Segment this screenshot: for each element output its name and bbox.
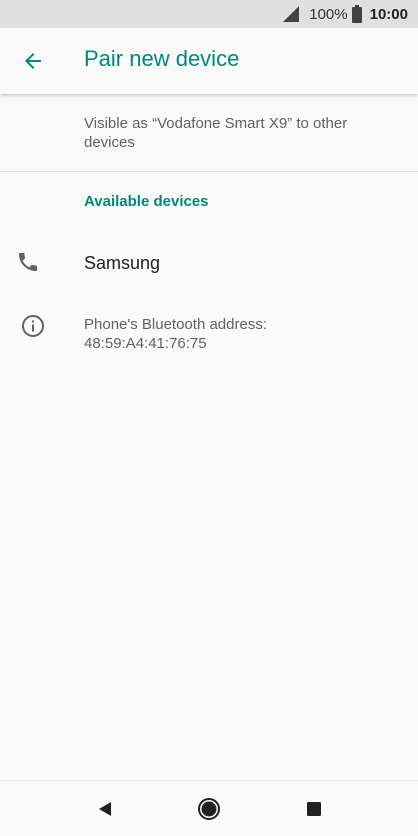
navigation-bar xyxy=(0,780,418,836)
square-recents-icon[interactable] xyxy=(302,797,326,821)
info-icon xyxy=(22,315,44,337)
app-bar: Pair new device xyxy=(0,28,418,94)
arrow-left-icon xyxy=(25,53,41,69)
device-name: Samsung xyxy=(84,253,161,273)
battery-percent: 100% xyxy=(309,5,348,23)
page-title: Pair new device xyxy=(84,46,240,71)
status-bar: 100% 10:00 xyxy=(0,0,418,28)
battery-icon xyxy=(351,5,362,23)
device-row-samsung[interactable]: Samsung xyxy=(0,230,418,296)
phone-icon xyxy=(19,253,37,271)
triangle-back-icon[interactable] xyxy=(93,797,117,821)
circle-home-icon[interactable] xyxy=(197,797,221,821)
divider xyxy=(0,171,418,172)
visibility-text: Visible as “Vodafone Smart X9” to other … xyxy=(84,115,348,151)
clock: 10:00 xyxy=(369,5,408,23)
back-button[interactable] xyxy=(0,28,66,94)
bluetooth-address-text: Phone's Bluetooth address: 48:59:A4:41:7… xyxy=(84,316,267,352)
available-devices-header: Available devices xyxy=(84,193,209,210)
signal-icon xyxy=(283,6,300,22)
